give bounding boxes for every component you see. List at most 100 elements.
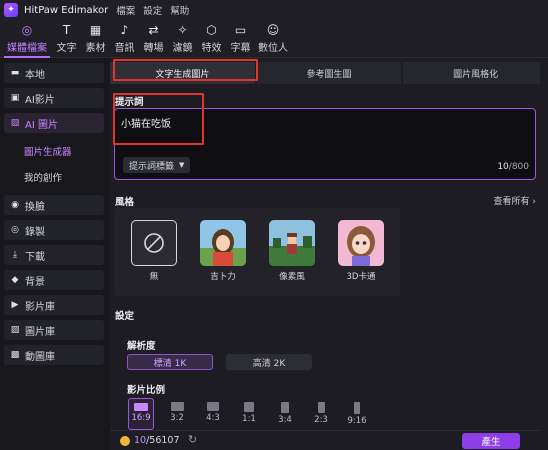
- sidebar-item-label: AI 圖片: [25, 119, 58, 131]
- ratio-shape-icon: [170, 402, 184, 411]
- style-name: 像素風: [279, 272, 305, 282]
- sidebar-item-video-library[interactable]: ▶ 影片庫: [4, 295, 104, 315]
- style-label: 風格: [115, 197, 135, 208]
- sidebar-item-ai-image[interactable]: ▧ AI 圖片: [4, 113, 104, 133]
- tool-audio-label: 音訊: [114, 43, 135, 54]
- audio-icon: ♪: [120, 23, 129, 37]
- sidebar-item-local[interactable]: ▬ 本地: [4, 63, 104, 83]
- app-name: HitPaw Edimakor: [24, 4, 109, 16]
- ratio-3-2[interactable]: 3:2: [164, 398, 190, 430]
- style-ghibli[interactable]: 吉卜力: [200, 220, 246, 282]
- sidebar-item-face-swap[interactable]: ◉ 換臉: [4, 195, 104, 215]
- settings-label: 設定: [115, 311, 135, 322]
- generate-button[interactable]: 產生: [462, 433, 520, 449]
- sidebar-item-label: 本地: [25, 69, 45, 81]
- tab-image-to-image[interactable]: 參考圖生圖: [256, 62, 402, 84]
- tool-audio[interactable]: ♪ 音訊: [110, 19, 139, 57]
- style-name: 無: [149, 272, 159, 282]
- ratio-label: 2:3: [314, 415, 328, 425]
- tool-effects[interactable]: ⬡ 特效: [197, 19, 226, 57]
- credits-used: 10: [134, 435, 147, 446]
- ratio-shape-icon: [207, 402, 219, 411]
- menu-file[interactable]: 檔案: [116, 3, 135, 17]
- char-max: /800: [508, 162, 529, 172]
- record-icon: ◎: [11, 225, 19, 235]
- tool-filter-label: 濾鏡: [172, 43, 193, 54]
- face-swap-icon: ◉: [11, 200, 19, 210]
- transition-icon: ⇄: [148, 23, 159, 37]
- style-none[interactable]: 無: [131, 220, 177, 282]
- tab-bar: 文字生成圖片 參考圖生圖 圖片風格化: [110, 62, 548, 84]
- ratio-1-1[interactable]: 1:1: [236, 398, 262, 430]
- sidebar-item-gif-library[interactable]: ▩ 動圖庫: [4, 345, 104, 365]
- ratio-9-16[interactable]: 9:16: [344, 398, 370, 430]
- sidebar-item-record[interactable]: ◎ 錄製: [4, 220, 104, 240]
- title-bar: ✦ HitPaw Edimakor 檔案 設定 幫助: [0, 0, 548, 20]
- sidebar-item-label: 下載: [25, 251, 45, 263]
- ratio-2-3[interactable]: 2:3: [308, 398, 334, 430]
- ratio-shape-icon: [317, 402, 325, 413]
- ratio-label: 16:9: [131, 413, 151, 423]
- folder-icon: ▬: [10, 68, 20, 78]
- ratio-16-9[interactable]: 16:9: [128, 398, 154, 430]
- subtitle-icon: ▭: [234, 23, 247, 37]
- ratio-shape-icon: [281, 402, 289, 413]
- tab-image-stylize[interactable]: 圖片風格化: [403, 62, 548, 84]
- ratio-3-4[interactable]: 3:4: [272, 398, 298, 430]
- menu-settings[interactable]: 設定: [143, 3, 162, 17]
- style-name: 3D卡通: [346, 272, 376, 282]
- sidebar-item-background[interactable]: ◆ 背景: [4, 270, 104, 290]
- prompt-text: 小猫在吃饭: [121, 119, 171, 130]
- sidebar-item-my-creations[interactable]: 我的創作: [4, 164, 104, 190]
- tool-filter[interactable]: ✧ 濾鏡: [168, 19, 197, 57]
- char-count: 10: [497, 162, 509, 172]
- ratio-label: 4:3: [206, 413, 220, 423]
- video-library-icon: ▶: [11, 300, 19, 310]
- tool-effects-label: 特效: [201, 43, 222, 54]
- prompt-tags-dropdown[interactable]: 提示詞標籤 ▼: [123, 157, 191, 173]
- download-icon: ⤓: [13, 250, 17, 260]
- top-toolbar: ◎ 媒體檔案 T 文字 ▦ 素材 ♪ 音訊 ⇄ 轉場 ✧ 濾鏡 ⬡ 特效 ▭ 字…: [0, 20, 548, 58]
- style-pixel[interactable]: 像素風: [269, 220, 315, 282]
- tool-subtitle[interactable]: ▭ 字幕: [226, 19, 255, 57]
- resolution-2k-button[interactable]: 高清 2K: [226, 354, 312, 370]
- tool-text[interactable]: T 文字: [52, 19, 81, 57]
- sidebar: ▬ 本地 ▣ AI影片 ▧ AI 圖片 圖片生成器 我的創作 ◉ 換臉 ◎ 錄製…: [0, 58, 108, 450]
- tool-transition[interactable]: ⇄ 轉場: [139, 19, 168, 57]
- sidebar-item-image-generator[interactable]: 圖片生成器: [4, 138, 104, 164]
- gif-library-icon: ▩: [10, 350, 20, 360]
- menu-help[interactable]: 幫助: [170, 3, 189, 17]
- ratio-label: 3:2: [170, 413, 184, 423]
- credits-counter: 10/56107: [134, 435, 180, 446]
- sidebar-item-download[interactable]: ⤓ 下載: [4, 245, 104, 265]
- tool-materials[interactable]: ▦ 素材: [81, 19, 110, 57]
- ratio-shape-icon: [244, 402, 254, 412]
- sidebar-item-label: 換臉: [25, 201, 45, 213]
- ratio-shape-icon: [134, 403, 148, 411]
- ratio-4-3[interactable]: 4:3: [200, 398, 226, 430]
- ratio-label: 3:4: [278, 415, 292, 425]
- style-3d-cartoon[interactable]: 3D卡通: [338, 220, 384, 282]
- materials-icon: ▦: [89, 23, 102, 37]
- tool-text-label: 文字: [56, 43, 77, 54]
- text-icon: T: [62, 23, 71, 37]
- tool-media[interactable]: ◎ 媒體檔案: [2, 19, 52, 57]
- scrollbar[interactable]: [540, 58, 548, 450]
- tab-text-to-image[interactable]: 文字生成圖片: [110, 62, 255, 84]
- resolution-1k-button[interactable]: 標清 1K: [127, 354, 213, 370]
- app-logo-icon: ✦: [4, 3, 18, 17]
- sidebar-item-label: 背景: [25, 276, 45, 288]
- prompt-textarea[interactable]: 小猫在吃饭 提示詞標籤 ▼ 10/800: [114, 108, 536, 180]
- tool-materials-label: 素材: [85, 43, 106, 54]
- refresh-icon[interactable]: ↻: [188, 433, 197, 446]
- chevron-down-icon: ▼: [179, 161, 185, 169]
- 3d-cartoon-thumbnail: [338, 220, 384, 266]
- sidebar-item-ai-video[interactable]: ▣ AI影片: [4, 88, 104, 108]
- see-all-link[interactable]: 查看所有 ›: [494, 194, 536, 207]
- ratio-label: 9:16: [347, 416, 367, 426]
- sidebar-item-image-library[interactable]: ▨ 圖片庫: [4, 320, 104, 340]
- ratio-label: 1:1: [242, 414, 256, 424]
- aspect-ratio-label: 影片比例: [127, 385, 166, 396]
- sidebar-item-label: 圖片庫: [25, 326, 55, 338]
- tool-digital-human[interactable]: ☺ 數位人: [255, 19, 291, 57]
